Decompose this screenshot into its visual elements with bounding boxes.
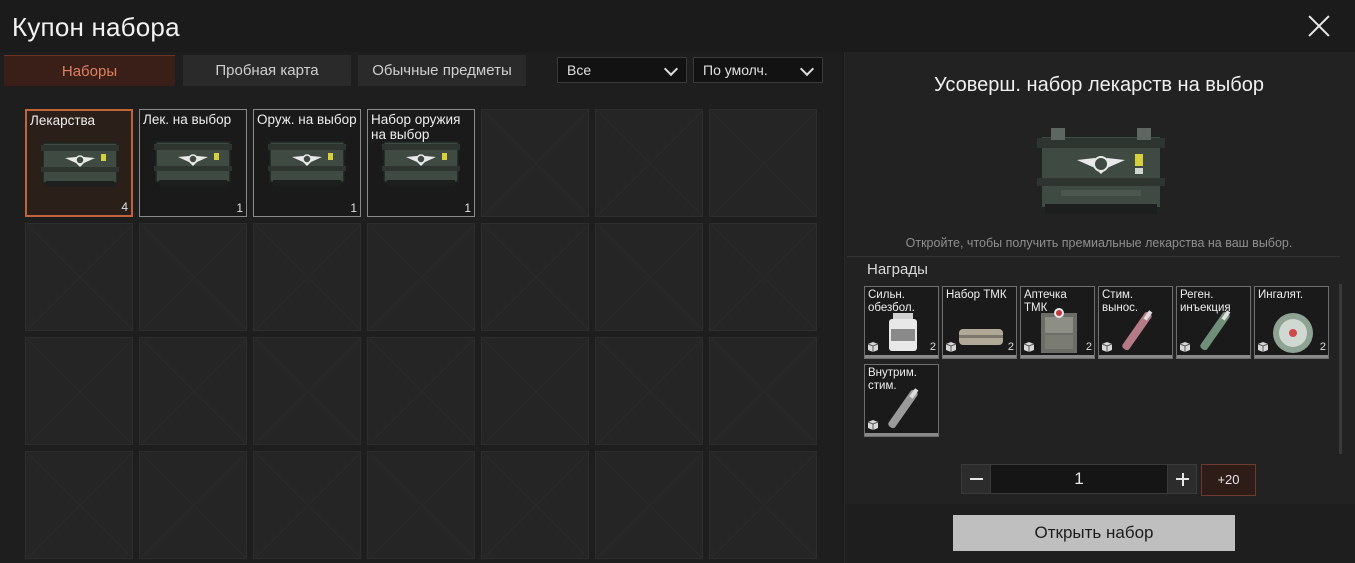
reward-rarity-bar bbox=[865, 433, 938, 436]
reward-count: 2 bbox=[1085, 341, 1092, 353]
increase-quantity-button[interactable] bbox=[1167, 464, 1197, 494]
reward-rarity-bar bbox=[1099, 355, 1172, 358]
reward-item[interactable]: Сильн. обезбол. 2 bbox=[864, 286, 939, 359]
category-dropdown[interactable]: Все bbox=[557, 57, 687, 83]
rewards-heading: Награды bbox=[867, 261, 928, 278]
empty-slot bbox=[253, 223, 361, 331]
decrease-quantity-button[interactable] bbox=[961, 464, 991, 494]
inventory-panel: Наборы Пробная карта Обычные предметы Вс… bbox=[0, 52, 842, 563]
reward-item[interactable]: Внутрим. стим. bbox=[864, 364, 939, 437]
item-label: Лек. на выбор bbox=[143, 112, 232, 127]
empty-slot bbox=[481, 451, 589, 559]
empty-slot bbox=[367, 451, 475, 559]
chevron-down-icon bbox=[663, 61, 679, 77]
tab-trial-card[interactable]: Пробная карта bbox=[183, 55, 351, 86]
tab-common-items[interactable]: Обычные предметы bbox=[358, 55, 526, 86]
reward-item[interactable]: Набор ТМК 2 bbox=[942, 286, 1017, 359]
reward-label: Сильн. обезбол. bbox=[868, 289, 915, 314]
empty-slot bbox=[595, 223, 703, 331]
tab-kits[interactable]: Наборы bbox=[4, 55, 175, 86]
empty-slot bbox=[139, 451, 247, 559]
box-icon bbox=[1257, 342, 1269, 352]
box-icon bbox=[867, 342, 879, 352]
reward-item[interactable]: Аптечка ТМК 2 bbox=[1020, 286, 1095, 359]
sort-value: По умолч. bbox=[703, 62, 768, 78]
box-icon bbox=[1179, 342, 1191, 352]
reward-label: Реген. инъекция bbox=[1180, 289, 1231, 314]
crate-icon bbox=[154, 141, 232, 186]
empty-slot bbox=[595, 337, 703, 445]
open-kit-button[interactable]: Открыть набор bbox=[953, 515, 1235, 551]
inventory-item[interactable]: Лекарства 4 bbox=[25, 109, 133, 217]
empty-slot bbox=[709, 109, 817, 217]
crate-icon bbox=[268, 141, 346, 186]
empty-slot bbox=[139, 337, 247, 445]
empty-slot bbox=[595, 109, 703, 217]
crate-icon bbox=[41, 142, 119, 187]
item-title: Усоверш. набор лекарств на выбор bbox=[934, 74, 1264, 96]
reward-label: Аптечка ТМК bbox=[1024, 289, 1067, 314]
reward-rarity-bar bbox=[943, 355, 1016, 358]
item-count: 1 bbox=[236, 201, 243, 215]
empty-slot bbox=[481, 337, 589, 445]
reward-label: Стим. вынос. bbox=[1102, 289, 1139, 314]
empty-slot bbox=[595, 451, 703, 559]
empty-slot bbox=[709, 337, 817, 445]
reward-label: Набор ТМК bbox=[946, 289, 1007, 301]
inhaler-icon bbox=[1273, 313, 1313, 353]
reward-item[interactable]: Реген. инъекция bbox=[1176, 286, 1251, 359]
pouch-icon bbox=[959, 329, 1003, 345]
item-label: Оруж. на выбор bbox=[257, 112, 357, 127]
empty-slot bbox=[253, 451, 361, 559]
reward-item[interactable]: Стим. вынос. bbox=[1098, 286, 1173, 359]
reward-item[interactable]: Ингалят. 2 bbox=[1254, 286, 1329, 359]
empty-slot bbox=[25, 337, 133, 445]
reward-rarity-bar bbox=[1255, 355, 1328, 358]
empty-slot bbox=[139, 223, 247, 331]
crate-icon bbox=[382, 141, 460, 186]
item-count: 1 bbox=[464, 201, 471, 215]
item-description: Откройте, чтобы получить премиальные лек… bbox=[905, 236, 1293, 250]
empty-slot bbox=[481, 109, 589, 217]
empty-slot bbox=[481, 223, 589, 331]
empty-slot bbox=[253, 337, 361, 445]
inventory-item[interactable]: Набор оружия на выбор 1 bbox=[367, 109, 475, 217]
empty-slot bbox=[709, 451, 817, 559]
reward-rarity-bar bbox=[865, 355, 938, 358]
item-grid: Лекарства 4 Лек. на выбор 1 Оруж. на выбор… bbox=[25, 109, 819, 559]
title-bar: Купон набора bbox=[0, 0, 1355, 52]
item-label: Лекарства bbox=[30, 113, 96, 128]
inventory-item[interactable]: Лек. на выбор 1 bbox=[139, 109, 247, 217]
plus-20-button[interactable]: +20 bbox=[1201, 464, 1256, 496]
item-count: 1 bbox=[350, 201, 357, 215]
reward-count: 2 bbox=[1007, 341, 1014, 353]
reward-rarity-bar bbox=[1021, 355, 1094, 358]
rewards-scrollbar[interactable] bbox=[1339, 284, 1342, 454]
empty-slot bbox=[25, 451, 133, 559]
chevron-down-icon bbox=[799, 61, 815, 77]
box-icon bbox=[1023, 342, 1035, 352]
item-label: Набор оружия на выбор bbox=[371, 112, 461, 142]
box-icon bbox=[867, 420, 879, 430]
empty-slot bbox=[709, 223, 817, 331]
empty-slot bbox=[367, 223, 475, 331]
item-count: 4 bbox=[121, 200, 128, 214]
reward-label: Внутрим. стим. bbox=[868, 367, 917, 392]
crate-icon bbox=[1037, 128, 1165, 214]
reward-count: 2 bbox=[1319, 341, 1326, 353]
empty-slot bbox=[367, 337, 475, 445]
category-value: Все bbox=[567, 62, 592, 78]
window-title: Купон набора bbox=[12, 12, 180, 42]
sort-dropdown[interactable]: По умолч. bbox=[693, 57, 823, 83]
box-icon bbox=[945, 342, 957, 352]
reward-rarity-bar bbox=[1177, 355, 1250, 358]
inventory-item[interactable]: Оруж. на выбор 1 bbox=[253, 109, 361, 217]
quantity-input[interactable]: 1 bbox=[991, 464, 1167, 494]
reward-label: Ингалят. bbox=[1258, 289, 1304, 301]
reward-count: 2 bbox=[929, 341, 936, 353]
close-icon[interactable] bbox=[1307, 14, 1331, 38]
box-icon bbox=[1101, 342, 1113, 352]
empty-slot bbox=[25, 223, 133, 331]
detail-panel: Усоверш. набор лекарств на выбор Откройт… bbox=[844, 52, 1355, 563]
